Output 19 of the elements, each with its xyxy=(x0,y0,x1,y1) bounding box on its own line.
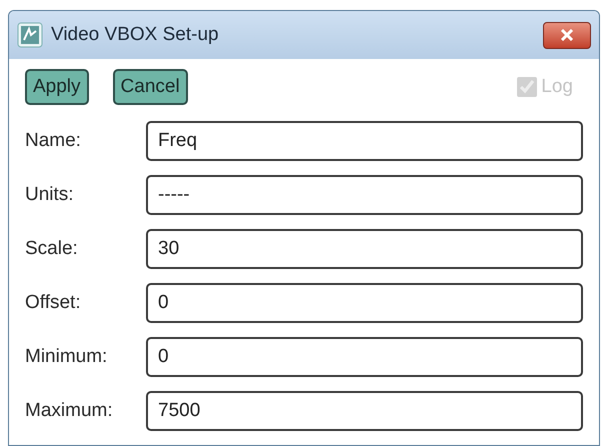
text-field[interactable]: ----- xyxy=(146,175,583,215)
field-label: Scale: xyxy=(25,236,79,261)
field-label: Units: xyxy=(25,182,75,207)
close-button[interactable] xyxy=(543,22,591,48)
text-field[interactable]: 30 xyxy=(146,229,583,269)
dialog-button[interactable]: Apply xyxy=(25,69,89,105)
field-label: Maximum: xyxy=(25,398,114,423)
app-icon xyxy=(17,22,43,48)
text-field[interactable]: 0 xyxy=(146,283,583,323)
close-icon xyxy=(560,29,574,41)
window-title: Video VBOX Set-up xyxy=(51,22,220,47)
text-field[interactable]: Freq xyxy=(146,121,583,161)
text-field[interactable]: 0 xyxy=(146,337,583,377)
field-label: Minimum: xyxy=(25,344,108,369)
text-field[interactable]: 7500 xyxy=(146,391,583,431)
field-label: Offset: xyxy=(25,290,82,315)
dialog-button[interactable]: Cancel xyxy=(112,69,188,105)
field-label: Name: xyxy=(25,128,82,153)
log-label: Log xyxy=(541,74,573,99)
